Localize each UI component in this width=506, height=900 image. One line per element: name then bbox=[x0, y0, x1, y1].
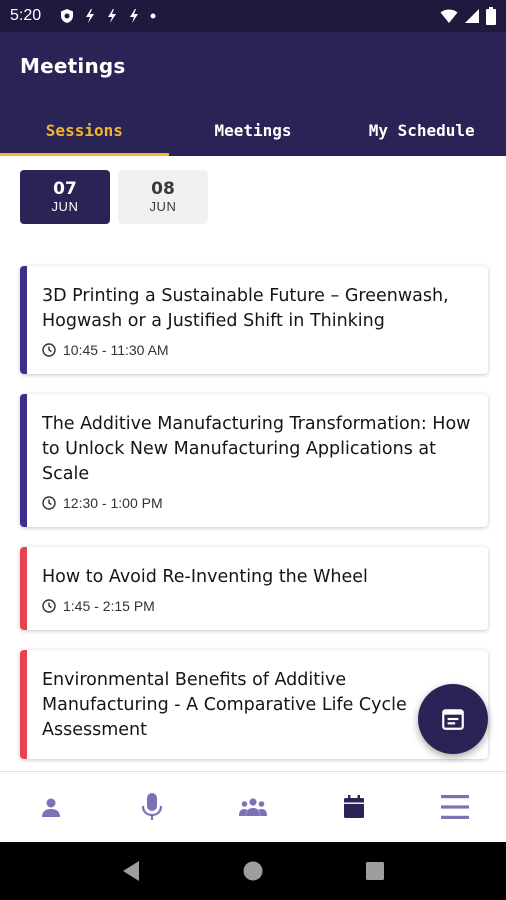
tab-sessions[interactable]: Sessions bbox=[0, 104, 169, 156]
flash-icon bbox=[105, 8, 119, 24]
system-nav-bar bbox=[0, 842, 506, 900]
recents-button[interactable] bbox=[365, 861, 385, 881]
status-left: 5:20 bbox=[10, 7, 157, 25]
menu-icon bbox=[441, 795, 470, 819]
back-icon bbox=[122, 861, 139, 881]
bottom-nav bbox=[0, 771, 506, 842]
date-day: 08 bbox=[151, 179, 175, 199]
schedule-fab-button[interactable] bbox=[418, 684, 488, 754]
person-icon bbox=[41, 798, 60, 817]
microphone-icon bbox=[141, 793, 162, 820]
clock-icon bbox=[42, 496, 56, 510]
date-chip-07-jun[interactable]: 07 JUN bbox=[20, 170, 110, 224]
battery-icon bbox=[486, 7, 496, 25]
recents-icon bbox=[366, 862, 385, 880]
group-icon bbox=[239, 798, 267, 816]
session-color-bar bbox=[20, 266, 27, 374]
page-title: Meetings bbox=[20, 54, 126, 78]
date-chip-08-jun[interactable]: 08 JUN bbox=[118, 170, 208, 224]
tab-bar: Sessions Meetings My Schedule bbox=[0, 104, 506, 156]
date-month: JUN bbox=[149, 199, 177, 214]
calendar-icon bbox=[442, 709, 464, 730]
session-title: 3D Printing a Sustainable Future – Green… bbox=[42, 286, 449, 331]
app-header: Meetings Sessions Meetings My Schedule bbox=[0, 32, 506, 156]
session-title: The Additive Manufacturing Transformatio… bbox=[42, 414, 471, 484]
session-card[interactable]: How to Avoid Re-Inventing the Wheel 1:45… bbox=[20, 547, 488, 630]
session-time-row: 12:30 - 1:00 PM bbox=[42, 495, 472, 511]
signal-icon bbox=[464, 8, 480, 24]
session-color-bar bbox=[20, 650, 27, 759]
session-time-row: 10:45 - 11:30 AM bbox=[42, 342, 472, 358]
session-card[interactable]: 3D Printing a Sustainable Future – Green… bbox=[20, 266, 488, 374]
session-list: 3D Printing a Sustainable Future – Green… bbox=[20, 266, 488, 779]
session-time: 1:45 - 2:15 PM bbox=[63, 598, 155, 614]
nav-menu[interactable] bbox=[405, 772, 506, 842]
tab-my-schedule[interactable]: My Schedule bbox=[337, 104, 506, 156]
nav-schedule[interactable] bbox=[304, 772, 405, 842]
session-card[interactable]: The Additive Manufacturing Transformatio… bbox=[20, 394, 488, 527]
back-button[interactable] bbox=[121, 860, 141, 882]
nav-speakers[interactable] bbox=[101, 772, 202, 842]
flash-icon bbox=[83, 8, 97, 24]
session-card[interactable]: Environmental Benefits of Additive Manuf… bbox=[20, 650, 488, 759]
date-month: JUN bbox=[51, 199, 79, 214]
calendar-icon bbox=[344, 795, 365, 818]
status-bar: 5:20 bbox=[0, 0, 506, 32]
status-time: 5:20 bbox=[10, 7, 42, 24]
session-color-bar bbox=[20, 547, 27, 630]
session-color-bar bbox=[20, 394, 27, 527]
date-day: 07 bbox=[53, 179, 77, 199]
dot-icon bbox=[149, 8, 157, 24]
nav-profile[interactable] bbox=[0, 772, 101, 842]
home-button[interactable] bbox=[242, 860, 264, 882]
clock-icon bbox=[42, 599, 56, 613]
status-right bbox=[440, 7, 496, 25]
date-selector: 07 JUN 08 JUN bbox=[20, 170, 208, 224]
session-time: 10:45 - 11:30 AM bbox=[63, 342, 169, 358]
home-icon bbox=[243, 861, 263, 881]
shield-icon bbox=[59, 8, 75, 24]
flash-icon bbox=[127, 8, 141, 24]
clock-icon bbox=[42, 343, 56, 357]
session-time-row: 1:45 - 2:15 PM bbox=[42, 598, 472, 614]
session-title: Environmental Benefits of Additive Manuf… bbox=[42, 670, 407, 740]
session-title: How to Avoid Re-Inventing the Wheel bbox=[42, 567, 368, 587]
nav-attendees[interactable] bbox=[202, 772, 303, 842]
tab-meetings[interactable]: Meetings bbox=[169, 104, 338, 156]
session-time: 12:30 - 1:00 PM bbox=[63, 495, 163, 511]
wifi-icon bbox=[440, 8, 458, 24]
